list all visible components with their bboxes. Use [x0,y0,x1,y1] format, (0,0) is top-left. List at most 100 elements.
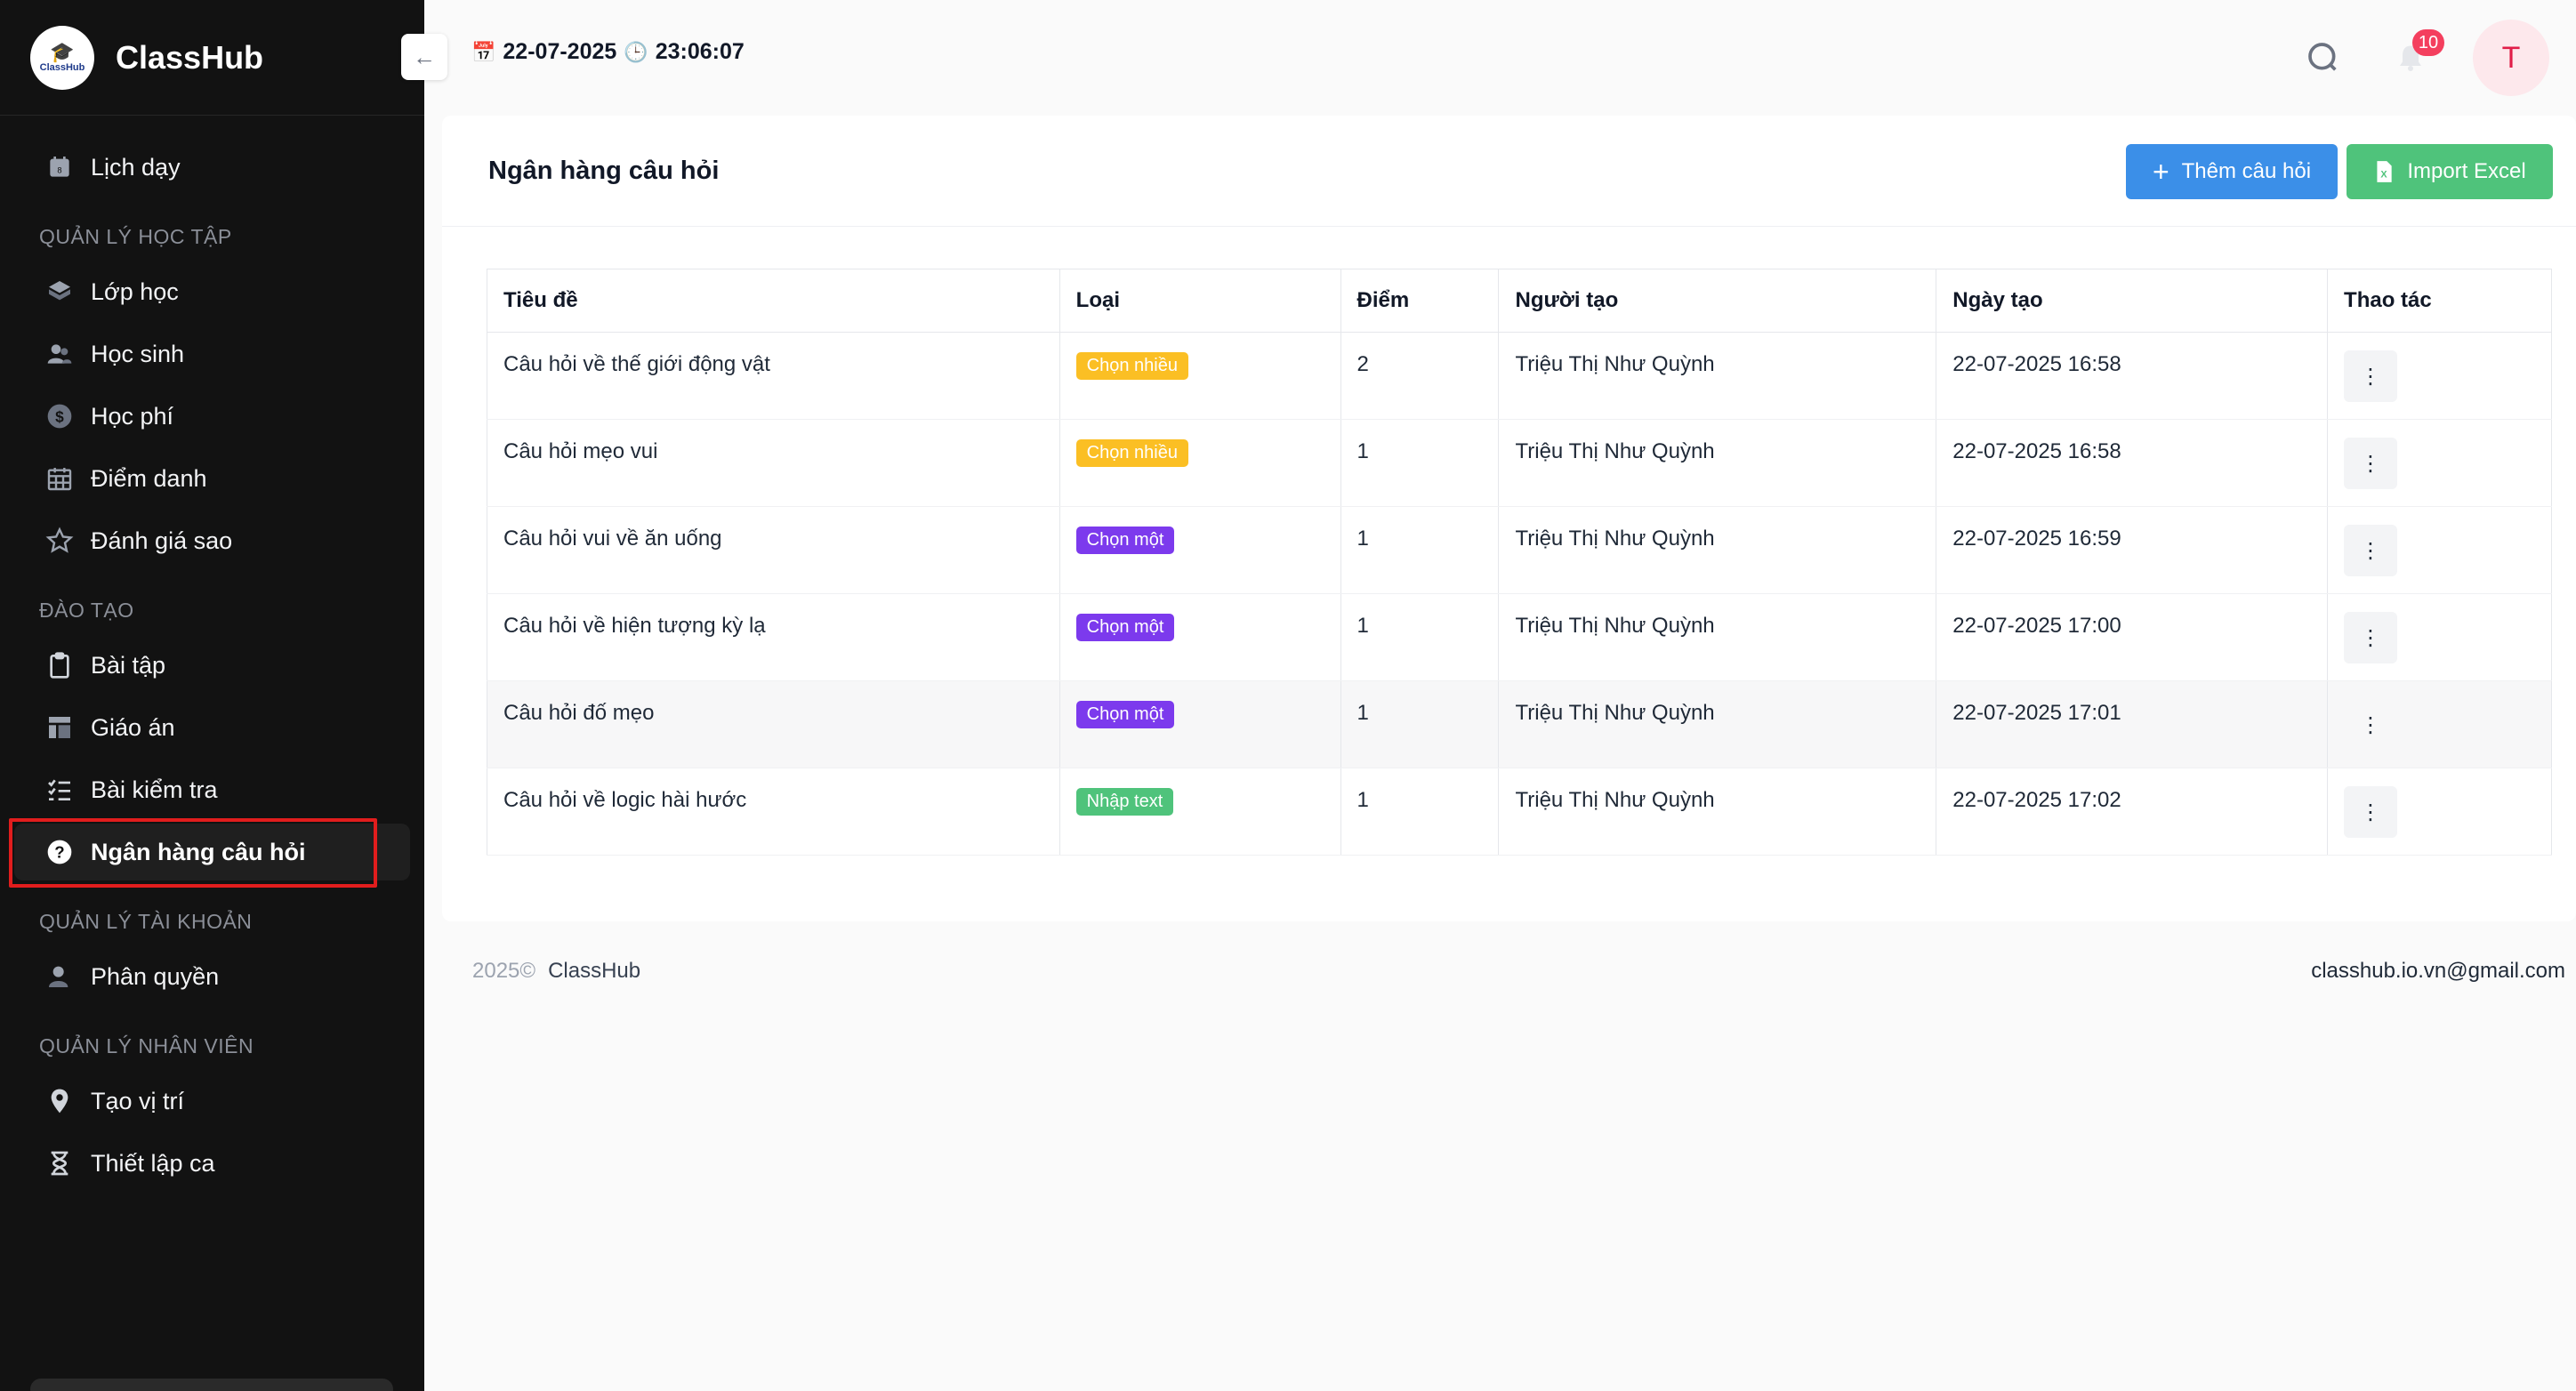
svg-text:8: 8 [57,166,61,175]
card-header: Ngân hàng câu hỏi + Thêm câu hỏi X Impor… [442,116,2576,227]
calendar-grid-icon [44,463,75,494]
cell-creator: Triệu Thị Như Quỳnh [1498,593,1937,681]
row-actions-button[interactable]: ⋮ [2344,699,2397,751]
cell-score: 2 [1340,332,1500,420]
table-row[interactable]: Câu hỏi mẹo vui Chọn nhiều 1 Triệu Thị N… [487,419,2552,507]
section-title: QUẢN LÝ HỌC TẬP [39,225,232,248]
sidebar-item-ngan-hang-cau-hoi[interactable]: ? Ngân hàng câu hỏi [9,818,410,888]
layout-icon [44,712,75,743]
row-actions-button[interactable]: ⋮ [2344,786,2398,838]
table-row[interactable]: Câu hỏi về logic hài hước Nhập text 1 Tr… [487,768,2552,856]
sidebar-item-hoc-sinh[interactable]: Học sinh [14,326,410,382]
sidebar-item-label: Ngân hàng câu hỏi [91,838,306,865]
sidebar-item-lich-day[interactable]: 8 Lịch dạy [14,139,410,196]
row-actions-button[interactable]: ⋮ [2344,350,2398,402]
footer-copyright: 2025© ClassHub [472,959,640,984]
svg-text:?: ? [54,843,64,862]
table-body: Câu hỏi về thế giới động vật Chọn nhiều … [487,332,2552,856]
column-header-type[interactable]: Loại [1059,269,1341,333]
cell-created: 22-07-2025 17:00 [1936,593,2329,681]
search-button[interactable] [2302,36,2345,79]
sidebar-item-label: Đánh giá sao [91,527,233,554]
cell-score: 1 [1340,593,1500,681]
footer-email[interactable]: classhub.io.vn@gmail.com [2311,959,2565,984]
topbar-actions: 10 T [2302,20,2549,96]
row-actions-button[interactable]: ⋮ [2344,612,2398,663]
logo-text: ClassHub [39,61,85,73]
calendar-icon: 8 [44,152,75,182]
sidebar-item-label: Học phí [91,402,174,430]
sidebar-nav: 8 Lịch dạy QUẢN LÝ HỌC TẬP Lớp học Học s… [0,116,424,1192]
sidebar-item-label: Bài kiểm tra [91,776,218,803]
more-vertical-icon: ⋮ [2360,800,2382,824]
sidebar-item-label: Tạo vị trí [91,1087,185,1114]
checklist-icon [44,775,75,805]
dollar-icon: $ [44,401,75,431]
current-date: 22-07-2025 [503,39,617,64]
notifications-button[interactable]: 10 [2389,29,2444,79]
sidebar-item-danh-gia-sao[interactable]: Đánh giá sao [14,512,410,569]
cell-creator: Triệu Thị Như Quỳnh [1498,332,1937,420]
column-header-score[interactable]: Điểm [1340,269,1500,333]
sidebar-item-thiet-lap-ca[interactable]: Thiết lập ca [14,1135,410,1192]
cell-score: 1 [1340,419,1500,507]
sidebar-item-label: Bài tập [91,651,166,679]
star-icon [44,526,75,556]
column-header-title[interactable]: Tiêu đề [487,269,1060,333]
sidebar-item-diem-danh[interactable]: Điểm danh [14,450,410,507]
add-question-button[interactable]: + Thêm câu hỏi [2126,144,2338,199]
question-type-badge: Nhập text [1075,788,1174,816]
cell-creator: Triệu Thị Như Quỳnh [1498,506,1937,594]
table-row[interactable]: Câu hỏi về thế giới động vật Chọn nhiều … [487,332,2552,420]
sidebar-item-label: Giáo án [91,713,175,741]
clock-icon: 🕒 [624,40,648,63]
section-title: QUẢN LÝ TÀI KHOẢN [39,910,253,933]
table-row[interactable]: Câu hỏi đố mẹo Chọn một 1 Triệu Thị Như … [487,680,2552,768]
sidebar-item-lop-hoc[interactable]: Lớp học [14,263,410,320]
notification-badge: 10 [2412,29,2444,56]
sidebar-item-label: Học sinh [91,340,185,367]
brand[interactable]: 🎓 ClassHub ClassHub [0,0,424,116]
cube-icon [44,277,75,307]
arrow-left-icon: ← [413,43,436,70]
section-title: ĐÀO TẠO [39,599,134,622]
cell-creator: Triệu Thị Như Quỳnh [1498,680,1937,768]
question-type-badge: Chọn một [1075,527,1175,554]
row-actions-button[interactable]: ⋮ [2344,438,2398,489]
cell-created: 22-07-2025 16:58 [1936,419,2329,507]
excel-file-icon: X [2377,161,2392,182]
sidebar-item-bai-tap[interactable]: Bài tập [14,637,410,694]
sidebar-scroll-card [30,1379,393,1391]
search-icon [2308,43,2337,71]
sidebar-item-label: Thiết lập ca [91,1149,215,1177]
questions-table: Tiêu đề Loại Điểm Người tạo Ngày tạo Tha… [487,269,2552,856]
cell-title: Câu hỏi mẹo vui [487,419,1060,507]
sidebar-item-hoc-phi[interactable]: $ Học phí [14,388,410,445]
more-vertical-icon: ⋮ [2360,538,2382,563]
more-vertical-icon: ⋮ [2360,625,2382,650]
cell-created: 22-07-2025 17:02 [1936,768,2329,856]
cell-title: Câu hỏi về hiện tượng kỳ lạ [487,593,1060,681]
more-vertical-icon: ⋮ [2360,712,2382,737]
cell-score: 1 [1340,768,1500,856]
table-row[interactable]: Câu hỏi về hiện tượng kỳ lạ Chọn một 1 T… [487,593,2552,681]
cell-title: Câu hỏi về logic hài hước [487,768,1060,856]
collapse-sidebar-button[interactable]: ← [401,34,447,80]
column-header-created[interactable]: Ngày tạo [1936,269,2329,333]
sidebar-item-label: Lớp học [91,277,179,305]
table-header-row: Tiêu đề Loại Điểm Người tạo Ngày tạo Tha… [487,269,2552,333]
cell-created: 22-07-2025 16:59 [1936,506,2329,594]
app-name: ClassHub [116,38,264,76]
question-bank-card: Ngân hàng câu hỏi + Thêm câu hỏi X Impor… [442,116,2576,921]
table-row[interactable]: Câu hỏi vui về ăn uống Chọn một 1 Triệu … [487,506,2552,594]
cell-creator: Triệu Thị Như Quỳnh [1498,419,1937,507]
user-avatar[interactable]: T [2473,20,2549,96]
row-actions-button[interactable]: ⋮ [2344,525,2398,576]
cell-title: Câu hỏi đố mẹo [487,680,1060,768]
sidebar-item-phan-quyen[interactable]: Phân quyền [14,948,410,1005]
sidebar-item-giao-an[interactable]: Giáo án [14,699,410,756]
sidebar-item-tao-vi-tri[interactable]: Tạo vị trí [14,1073,410,1130]
sidebar-item-bai-kiem-tra[interactable]: Bài kiểm tra [14,761,410,818]
column-header-creator[interactable]: Người tạo [1498,269,1937,333]
import-excel-button[interactable]: X Import Excel [2347,144,2553,199]
